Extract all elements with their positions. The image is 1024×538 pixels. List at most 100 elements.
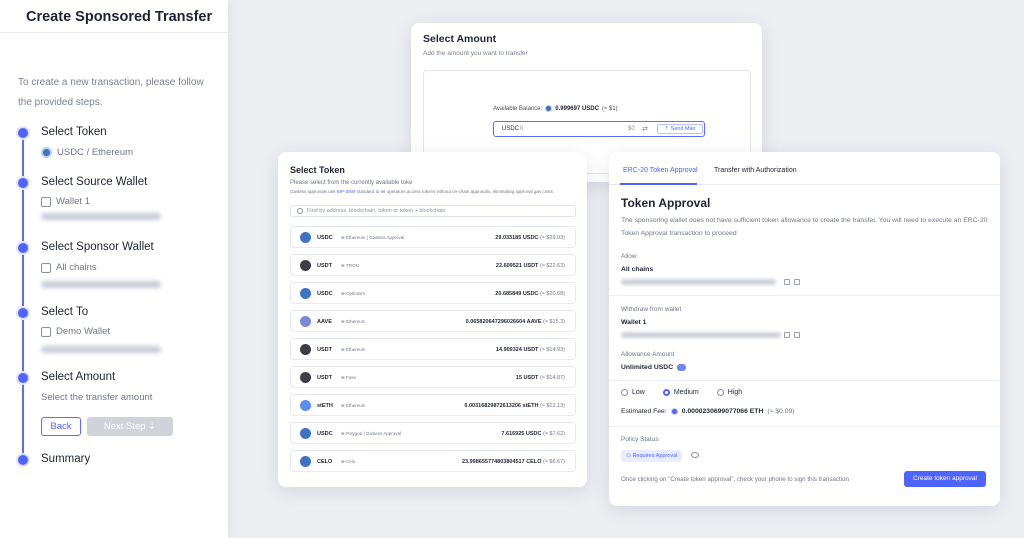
token-balance: 0.00316829872613206 stETH (≈ $12.13) — [464, 403, 565, 409]
step-sub-source-label: Wallet 1 — [56, 196, 90, 207]
copy-icon[interactable] — [784, 279, 790, 285]
send-max-button[interactable]: ⇡ Send Max — [657, 124, 703, 134]
copy-icon[interactable] — [784, 332, 790, 338]
allow-value: All chains — [621, 266, 654, 273]
divider — [609, 295, 1000, 296]
token-amount: 22.609521 USDT — [495, 263, 539, 269]
step-sub-source: Wallet 1 — [41, 196, 90, 207]
wizard-intro: To create a new transaction, please foll… — [18, 77, 204, 108]
fee-medium-label[interactable]: Medium — [674, 389, 699, 396]
token-chain: ⊕ Ethereum — [341, 319, 366, 324]
external-link-icon[interactable] — [794, 332, 800, 338]
wallet-icon — [41, 196, 51, 207]
token-balance: 15 USDT (≈ $14.87) — [516, 375, 565, 381]
step-title-to[interactable]: Select To — [41, 306, 88, 318]
swap-icon[interactable]: ⇄ — [642, 125, 648, 133]
token-usd: (≈ $12.13) — [539, 403, 565, 409]
token-balance: 7.616925 USDC (≈ $7.62) — [501, 431, 565, 437]
token-row[interactable]: USDC ⊕ Optimism 20.685849 USDC (≈ $20.68) — [290, 282, 576, 304]
withdraw-label: Withdraw from wallet — [621, 306, 682, 313]
token-row[interactable]: AAVE ⊕ Ethereum 0.065820647296026604 AAVE … — [290, 310, 576, 332]
token-usd: (≈ $29.03) — [539, 235, 565, 241]
token-symbol: USDC — [317, 431, 333, 437]
step-dot-sponsor — [18, 243, 28, 253]
step-dot-to — [18, 308, 28, 318]
step-title-source[interactable]: Select Source Wallet — [41, 176, 147, 188]
token-amount: 15 USDT — [515, 375, 539, 381]
allow-address-blurred — [621, 279, 776, 285]
eye-icon[interactable] — [691, 452, 699, 458]
wizard-panel: Create Sponsored Transfer To create a ne… — [0, 0, 228, 538]
approval-title: Token Approval — [621, 196, 711, 210]
token-symbol: USDT — [317, 347, 332, 353]
tab-transfer-authorization[interactable]: Transfer with Authorization — [714, 167, 797, 174]
step-dot-source — [18, 178, 28, 188]
eth-icon — [670, 408, 678, 415]
amount-currency: USDC — [502, 126, 520, 132]
source-wallet-address-blurred — [41, 213, 161, 220]
step-title-sponsor[interactable]: Select Sponsor Wallet — [41, 241, 154, 253]
tab-erc20-approval[interactable]: ERC-20 Token Approval — [623, 167, 698, 174]
eip-3009-link[interactable]: EIP-3009 — [337, 189, 356, 194]
token-amount: 23.998655774803804517 CELO — [461, 459, 542, 465]
step-sub-amount: Select the transfer amount — [41, 392, 153, 403]
approval-tabs: ERC-20 Token Approval Transfer with Auth… — [609, 152, 1000, 185]
token-search-input[interactable]: Find by address, blockchain, token or to… — [290, 205, 576, 217]
wizard-title: Create Sponsored Transfer — [0, 0, 228, 33]
token-row[interactable]: USDT ⊕ TRON 22.609521 USDT (≈ $22.63) — [290, 254, 576, 276]
amount-usd-value: $0 — [628, 126, 635, 132]
fee-high-radio[interactable] — [716, 389, 724, 396]
amount-input[interactable]: USDC 0 $0 ⇄ ⇡ Send Max — [493, 121, 705, 137]
token-row[interactable]: CELO ⊕ Celo 23.998655774803804517 CELO (≈ … — [290, 450, 576, 472]
back-button[interactable]: Back — [41, 417, 81, 436]
step-dot-token — [18, 128, 28, 138]
fee-low-label[interactable]: Low — [632, 389, 645, 396]
token-balance: 0.065820647296026604 AAVE (≈ $15.3) — [466, 319, 565, 325]
gasless-note-prefix: Gasless approvals use — [290, 189, 336, 194]
token-row[interactable]: USDC ⊕ Polygon | Gasless Approval 7.616925… — [290, 422, 576, 444]
allowance-value: Unlimited USDC — [621, 364, 687, 371]
fee-medium-radio[interactable] — [662, 389, 670, 396]
token-chain: ⊕ Ethereum | Gasless Approval — [341, 235, 405, 240]
infinity-icon — [677, 364, 687, 371]
external-link-icon[interactable] — [794, 279, 800, 285]
token-chain: ⊕ Fuse — [341, 375, 357, 380]
approval-description: The sponsoring wallet does not have suff… — [621, 217, 988, 237]
token-row[interactable]: USDC ⊕ Ethereum | Gasless Approval 29.0331… — [290, 226, 576, 248]
step-title-token[interactable]: Select Token — [41, 126, 107, 138]
aave-token-icon — [300, 316, 311, 327]
token-usd: (≈ $22.63) — [539, 263, 565, 269]
token-row[interactable]: USDT ⊕ Ethereum 14.909324 USDT (≈ $14.93) — [290, 338, 576, 360]
allowance-value-text: Unlimited USDC — [621, 364, 674, 371]
select-token-card: Select Token Please select from the curr… — [278, 152, 587, 487]
token-usd: (≈ $14.93) — [539, 347, 565, 353]
fee-high-label[interactable]: High — [728, 389, 742, 396]
fee-low-radio[interactable] — [621, 389, 628, 396]
token-symbol: USDT — [317, 375, 332, 381]
step-dot-amount — [18, 373, 28, 383]
token-symbol: USDC — [317, 291, 333, 297]
step-title-amount[interactable]: Select Amount — [41, 371, 115, 383]
gasless-note: Gasless approvals use EIP-3009 standard … — [290, 189, 553, 194]
token-chain: ⊕ Optimism — [341, 291, 366, 296]
token-row[interactable]: stETH ⊕ Ethereum 0.00316829872613206 stETH… — [290, 394, 576, 416]
search-icon — [297, 208, 303, 214]
token-symbol: stETH — [317, 403, 333, 409]
fee-label: Estimated Fee: — [621, 408, 667, 415]
token-chain: ⊕ TRON — [341, 263, 359, 268]
step-title-summary[interactable]: Summary — [41, 453, 90, 465]
allowance-label: Allowance Amount — [621, 351, 675, 358]
next-step-button[interactable]: Next Step ⇣ — [87, 417, 173, 436]
token-chain: ⊕ Polygon | Gasless Approval — [341, 431, 401, 436]
requires-approval-badge: ⚇ Requires Approval — [621, 450, 683, 462]
token-usd: (≈ $20.68) — [539, 291, 565, 297]
token-balance: 22.609521 USDT (≈ $22.63) — [496, 263, 565, 269]
amount-input-value[interactable]: 0 — [520, 126, 523, 132]
token-symbol: AAVE — [317, 319, 332, 325]
create-token-approval-button[interactable]: Create token approval — [904, 471, 986, 487]
token-chain: ⊕ Celo — [341, 459, 356, 464]
token-row[interactable]: USDT ⊕ Fuse 15 USDT (≈ $14.87) — [290, 366, 576, 388]
balance-label: Available Balance: — [493, 105, 543, 112]
token-title: Select Token — [290, 165, 345, 175]
fee-level-radio-group: Low Medium High — [621, 389, 742, 396]
